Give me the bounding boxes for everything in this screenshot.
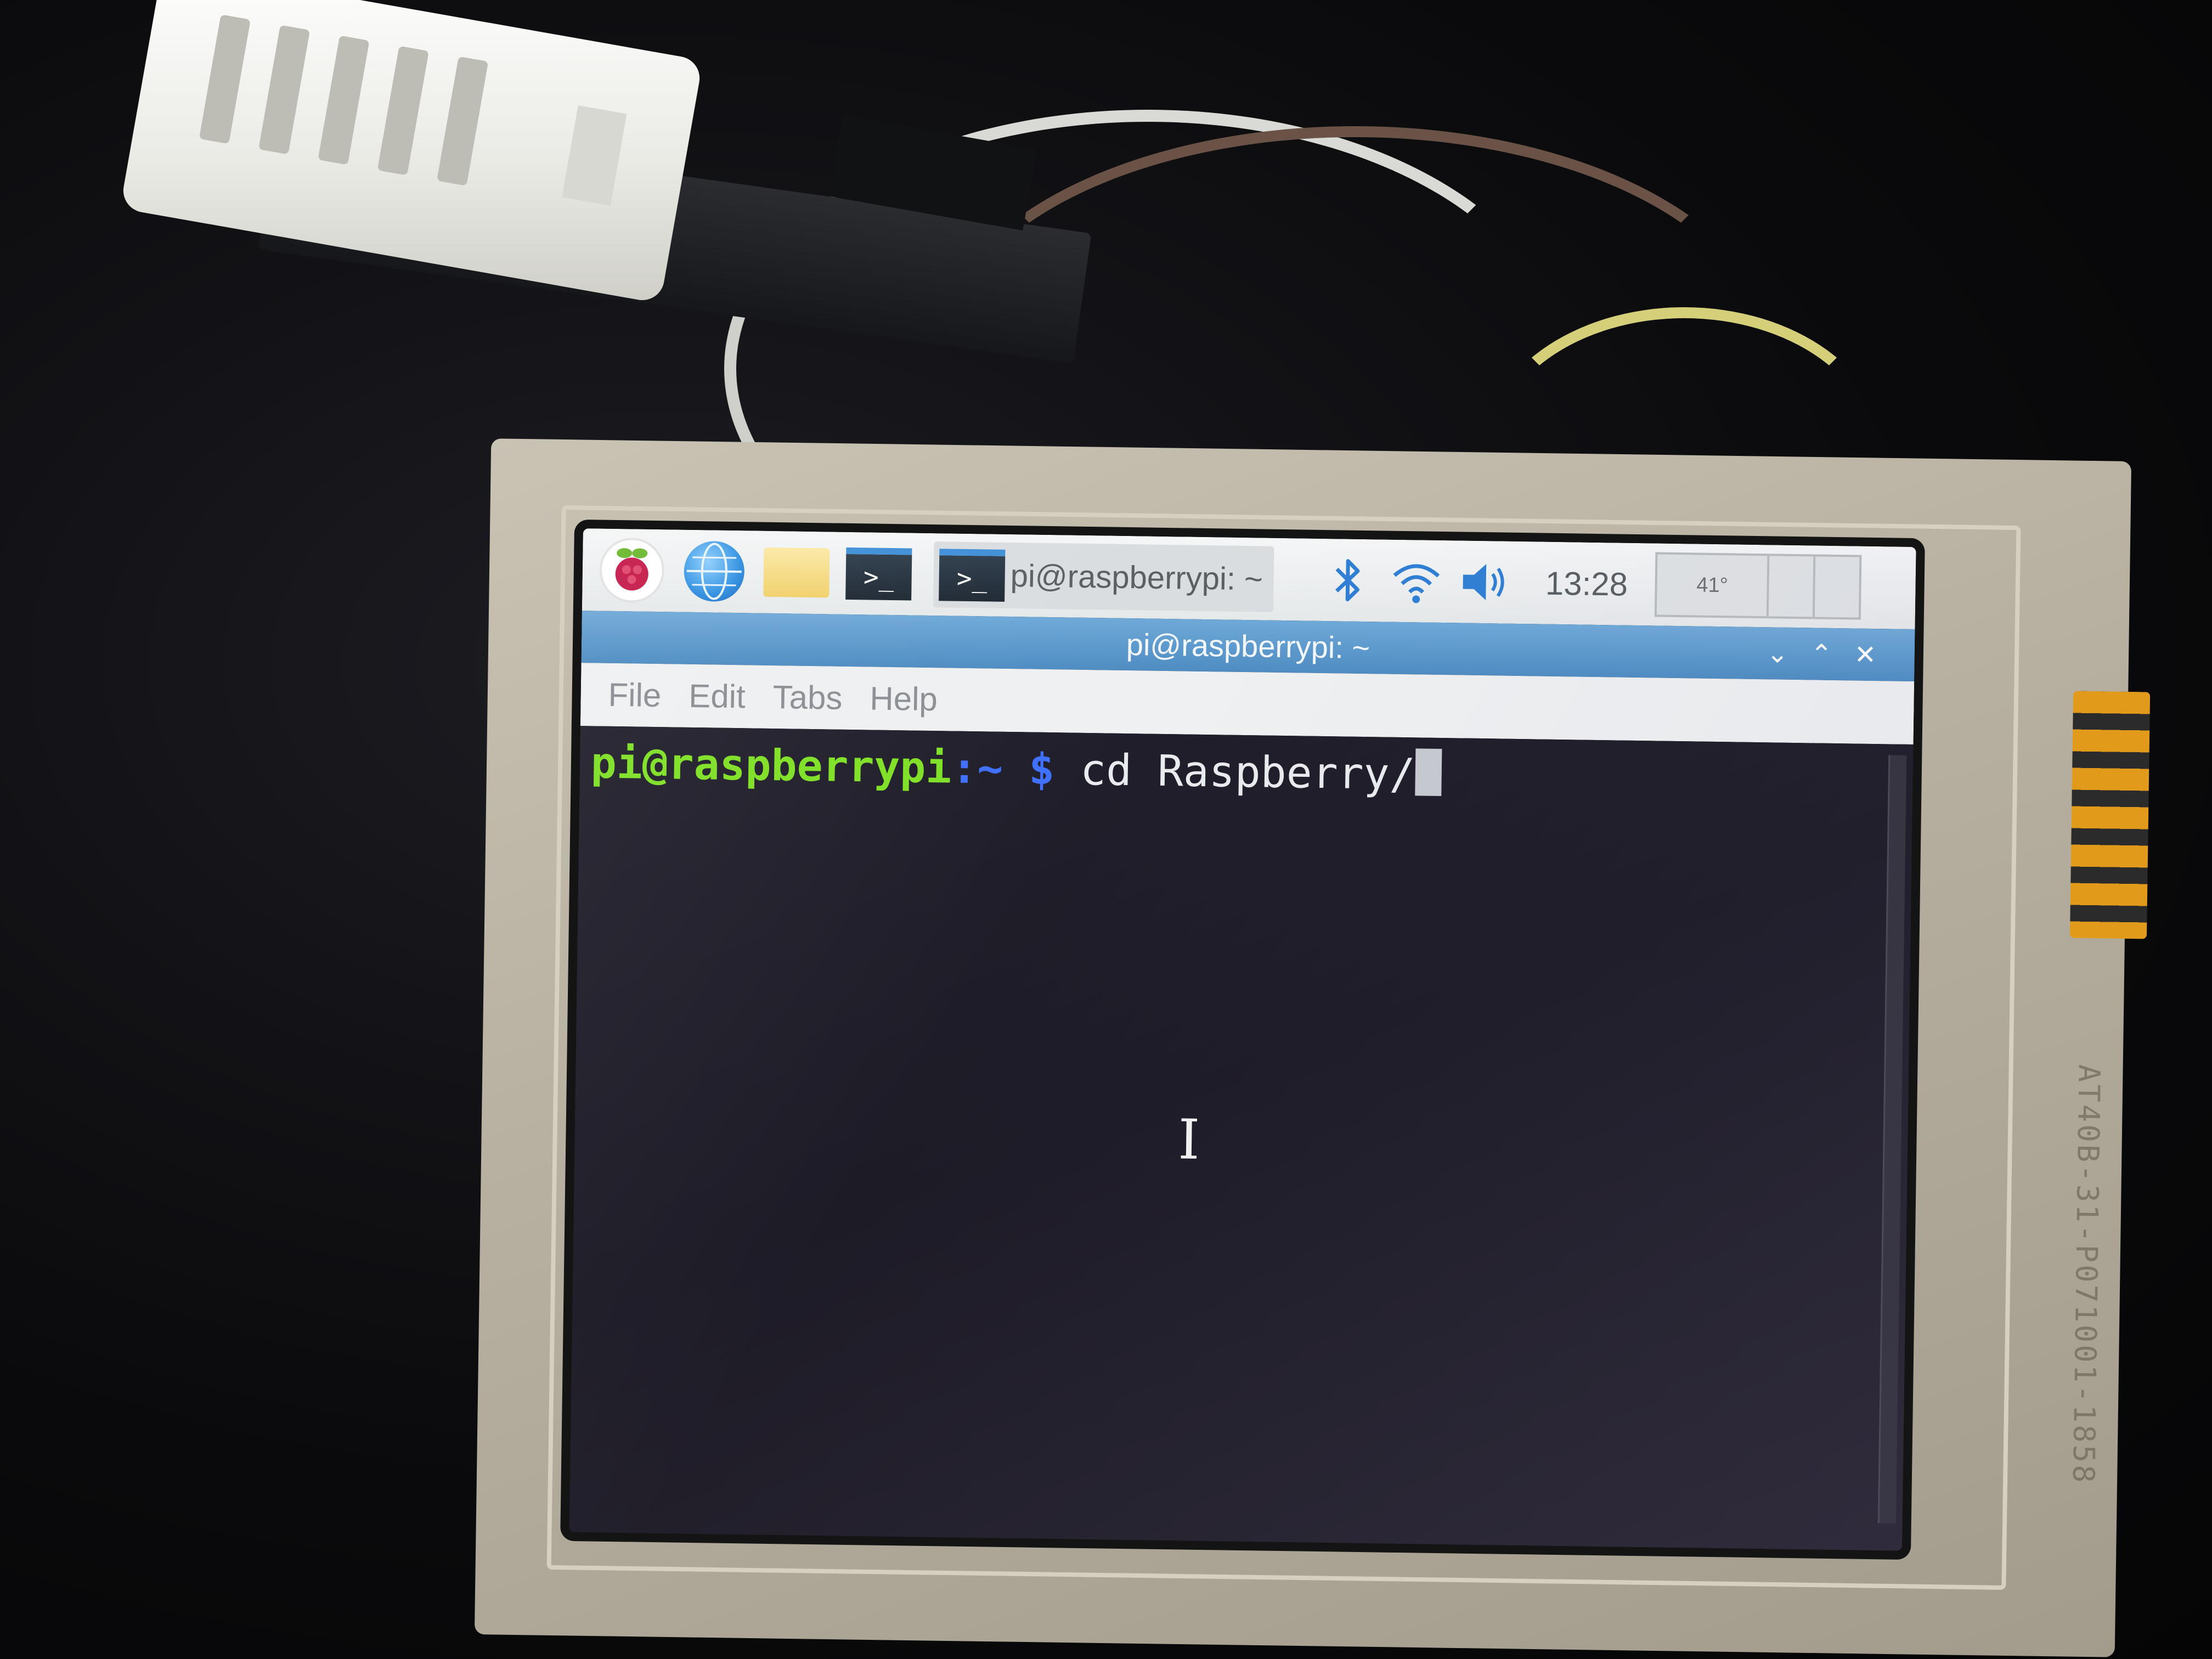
typed-command: cd Raspberry/ <box>1054 745 1416 800</box>
menu-tabs[interactable]: Tabs <box>772 678 843 717</box>
terminal-command-line: pi@raspberrypi:~ $ cd Raspberry/ <box>590 737 1442 800</box>
prompt-user: pi@raspberrypi <box>590 738 952 793</box>
lcd-screen: >_ >_ pi@raspberrypi: ~ 13:28 41° pi@ras… <box>569 528 1916 1551</box>
sensor-vent <box>437 56 489 186</box>
web-browser-button[interactable] <box>681 538 748 605</box>
menu-file[interactable]: File <box>608 676 662 714</box>
bluetooth-icon[interactable] <box>1320 552 1375 608</box>
wifi-icon[interactable] <box>1389 554 1444 609</box>
cpu-usage-graph <box>1769 554 1816 619</box>
ibeam-cursor-icon: I <box>1177 1107 1200 1172</box>
close-button[interactable]: ✕ <box>1843 633 1887 677</box>
file-manager-icon <box>763 547 830 598</box>
cpu-temperature: 41° <box>1655 552 1770 619</box>
volume-icon[interactable] <box>1457 554 1513 610</box>
terminal-scrollbar[interactable] <box>1877 755 1907 1523</box>
sensor-label <box>562 105 627 206</box>
web-browser-icon <box>684 540 745 602</box>
raspberry-pi-menu-button[interactable] <box>599 537 665 604</box>
file-manager-button[interactable] <box>763 539 830 606</box>
terminal-launcher-button[interactable]: >_ <box>845 540 912 607</box>
task-label: pi@raspberrypi: ~ <box>1010 557 1263 597</box>
bezel-side-print: AT40B-31-P071001-1858 <box>2066 1064 2107 1486</box>
flex-cable <box>2069 691 2151 939</box>
terminal-icon: >_ <box>939 548 1006 602</box>
window-controls: ⌄ ⌃ ✕ <box>1755 627 1887 681</box>
sensor-vent <box>377 46 429 176</box>
cpu-usage-graph <box>1815 554 1862 620</box>
menu-edit[interactable]: Edit <box>689 677 746 715</box>
clock[interactable]: 13:28 <box>1545 564 1628 603</box>
text-cursor <box>1415 748 1442 797</box>
maximize-button[interactable]: ⌃ <box>1799 632 1843 676</box>
photo-scene: AT40B-31-P071001-1858 >_ >_ pi@raspberry… <box>0 0 2212 1659</box>
humidity-sensor <box>120 0 703 304</box>
terminal-area[interactable]: pi@raspberrypi:~ $ cd Raspberry/ I <box>569 726 1914 1551</box>
system-tray: 13:28 41° <box>1306 548 1862 620</box>
sensor-vent <box>199 14 251 144</box>
task-terminal-window[interactable]: >_ pi@raspberrypi: ~ <box>933 541 1274 612</box>
prompt-separator: : <box>951 743 978 794</box>
minimize-button[interactable]: ⌄ <box>1755 631 1799 675</box>
terminal-icon: >_ <box>845 547 912 600</box>
raspberry-pi-menu-icon <box>601 539 663 601</box>
prompt-path: ~ $ <box>977 744 1055 795</box>
sensor-vent <box>318 35 370 165</box>
sensor-vent <box>258 25 311 155</box>
window-title: pi@raspberrypi: ~ <box>1126 627 1370 665</box>
menu-help[interactable]: Help <box>870 679 938 718</box>
